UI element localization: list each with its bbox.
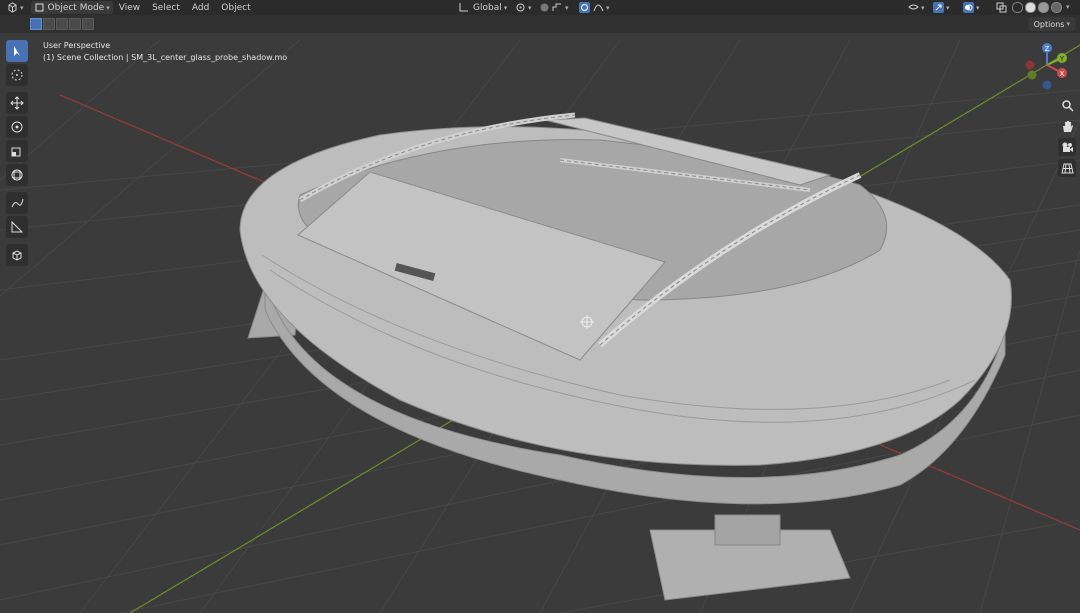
solid-shading-icon[interactable] [1025,2,1036,13]
menu-view[interactable]: View [113,3,146,13]
chevron-down-icon: ▾ [106,3,110,12]
options-label: Options [1033,19,1065,29]
select-box-tool[interactable] [6,40,28,62]
view-name: User Perspective [43,41,111,50]
transform-orientation-select[interactable]: Global ▾ [455,1,510,14]
pan-button[interactable] [1058,117,1076,135]
rotate-tool[interactable] [6,116,28,138]
menu-add[interactable]: Add [186,3,215,13]
falloff-curve-icon [593,4,604,12]
gizmo-icon [933,2,944,13]
pivot-icon [516,3,525,12]
select-extend-icon[interactable] [43,18,55,30]
measure-tool[interactable] [6,216,28,238]
gizmo-neg-y[interactable] [1027,70,1037,80]
chevron-down-icon: ▾ [20,3,24,12]
zoom-icon [1061,99,1074,112]
tool-settings-row [0,15,1080,33]
chevron-down-icon: ▾ [1066,20,1070,28]
gizmo-toggle[interactable]: ▾ [930,1,953,14]
snap-toggle[interactable]: ▾ [536,1,572,14]
wireframe-shading-icon[interactable] [1012,2,1023,13]
scale-tool[interactable] [6,140,28,162]
annotate-tool[interactable] [6,192,28,214]
grid-ortho-icon [1060,163,1074,173]
selectability-icon [908,4,919,10]
chevron-down-icon: ▾ [565,3,569,12]
options-button[interactable]: Options ▾ [1027,17,1076,31]
gizmo-neg-z[interactable] [1042,80,1052,90]
3d-viewport[interactable] [0,33,1080,613]
editor-type-button[interactable]: ▾ [4,1,27,14]
selection-mode-buttons [30,18,94,30]
scale-icon [11,147,21,157]
navigation-gizmo[interactable]: Z Y X [1022,40,1072,95]
select-new-icon[interactable] [30,18,42,30]
annotate-pencil-icon [11,198,24,208]
hand-pan-icon [1062,120,1073,132]
transform-tool[interactable] [6,164,28,186]
chevron-down-icon[interactable]: ▾ [1066,3,1075,12]
chevron-down-icon: ▾ [976,3,980,12]
visibility-toggles[interactable]: ▾ [905,1,928,14]
object-mode-icon [35,3,44,12]
chevron-down-icon: ▾ [528,3,532,12]
cursor-arrow-icon [14,46,20,56]
magnet-icon [540,3,549,12]
xray-toggle[interactable] [993,1,1010,14]
add-cube-tool[interactable] [6,244,28,266]
overlays-toggle[interactable]: ▾ [960,1,983,14]
menu-object[interactable]: Object [215,3,256,13]
collection-info: (1) Scene Collection | SM_3L_center_glas… [43,53,288,62]
menu-select[interactable]: Select [146,3,186,13]
move-tool[interactable] [6,92,28,114]
proportional-edit-toggle[interactable]: ▾ [576,1,613,14]
snap-increment-icon [552,3,561,11]
chevron-down-icon: ▾ [921,3,925,12]
mode-label: Object Mode [47,2,105,13]
zoom-button[interactable] [1058,96,1076,114]
3d-viewport-icon [8,2,17,13]
select-subtract-icon[interactable] [56,18,68,30]
gizmo-z-label: Z [1045,45,1050,53]
mode-select[interactable]: Object Mode ▾ [30,1,113,14]
move-arrows-icon [10,96,24,110]
viewport-header: ▾ Object Mode ▾ View Select Add Object G… [0,0,1080,15]
chevron-down-icon: ▾ [503,3,508,12]
select-intersect-icon[interactable] [82,18,94,30]
proportional-edit-icon [579,2,590,13]
measure-ruler-icon [11,220,24,233]
camera-view-button[interactable] [1058,138,1076,156]
shading-modes: ▾ [1012,2,1075,13]
tool-shelf [6,40,30,268]
viewport-info: User Perspective (1) Scene Collection | … [43,40,287,64]
pivot-point-select[interactable]: ▾ [512,1,535,14]
material-shading-icon[interactable] [1038,2,1049,13]
gizmo-y-label: Y [1059,55,1065,63]
orientation-label: Global [473,2,502,13]
ortho-toggle-button[interactable] [1058,159,1076,177]
3d-cursor-icon [11,69,23,81]
gizmo-x-label: X [1060,70,1065,78]
transform-icon [11,169,23,181]
xray-icon [996,2,1007,13]
rendered-shading-icon[interactable] [1051,2,1062,13]
overlays-icon [963,2,974,13]
select-difference-icon[interactable] [69,18,81,30]
rotate-icon [11,121,23,133]
chevron-down-icon: ▾ [946,3,950,12]
camera-icon [1062,142,1073,152]
gizmo-neg-x[interactable] [1025,60,1035,70]
orientation-axes-icon [459,3,468,12]
add-cube-icon [12,250,22,261]
cursor-tool[interactable] [6,64,28,86]
chevron-down-icon: ▾ [606,3,610,12]
stadium-model[interactable] [239,112,1012,601]
